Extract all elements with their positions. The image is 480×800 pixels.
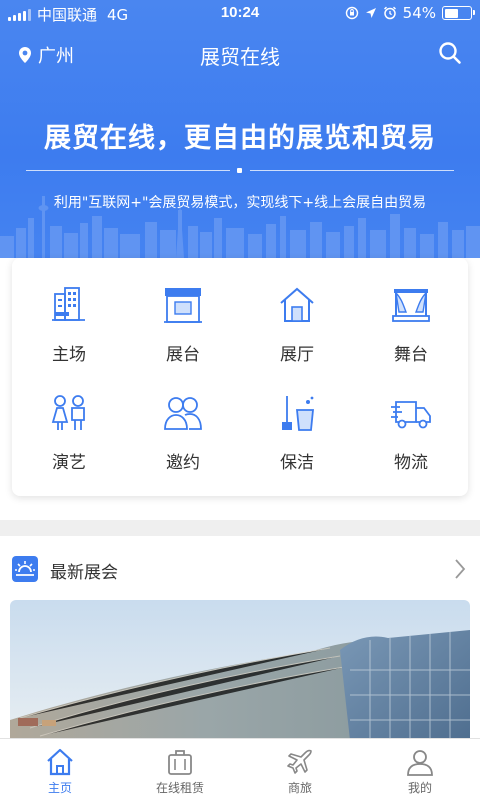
- hero-sub-slogan: 利用"互联网+"会展贸易模式，实现线下+线上会展自由贸易: [53, 195, 427, 211]
- grid-item-label: 主场: [52, 345, 86, 365]
- grid-item-logistics[interactable]: 物流: [354, 394, 468, 473]
- tab-label: 商旅: [287, 781, 312, 795]
- grid-item-label: 舞台: [394, 345, 428, 365]
- performers-icon: [51, 395, 85, 430]
- tab-business-travel[interactable]: 商旅: [240, 739, 360, 800]
- search-icon[interactable]: [438, 41, 462, 65]
- grid-item-performance[interactable]: 演艺: [12, 394, 126, 473]
- tab-online-rental[interactable]: 在线租赁: [120, 739, 240, 800]
- status-bar: 中国联通 4G 10:24 54%: [0, 0, 480, 28]
- grid-item-label: 展厅: [280, 345, 314, 365]
- navigation-bar: 广州 展贸在线: [0, 34, 480, 74]
- grid-item-hall[interactable]: 展厅: [240, 286, 354, 365]
- hero-divider-right: [250, 170, 454, 171]
- bottom-tab-bar: 主页 在线租赁 商旅 我的: [0, 738, 480, 800]
- grid-item-label: 保洁: [280, 453, 314, 473]
- hero-divider-left: [26, 170, 230, 171]
- home-icon: [47, 748, 73, 776]
- user-icon: [407, 750, 433, 776]
- grid-item-label: 演艺: [52, 453, 86, 473]
- page-title: 展贸在线: [200, 45, 280, 69]
- hero-slogan: 展贸在线，更自由的展览和贸易: [44, 123, 436, 154]
- tab-label: 在线租赁: [155, 781, 204, 795]
- hero-divider-dot: [237, 168, 242, 173]
- location-arrow-icon: [365, 8, 376, 18]
- tab-mine[interactable]: 我的: [360, 739, 480, 800]
- grid-item-booth[interactable]: 展台: [126, 286, 240, 365]
- tab-home[interactable]: 主页: [0, 739, 120, 800]
- grid-item-stage[interactable]: 舞台: [354, 286, 468, 365]
- grid-item-main-venue[interactable]: 主场: [12, 286, 126, 365]
- latest-exhibitions-header[interactable]: 最新展会: [0, 552, 480, 586]
- tab-label: 主页: [47, 781, 72, 795]
- section-separator: [0, 520, 480, 536]
- battery-percentage: 54%: [402, 4, 436, 22]
- tab-label: 我的: [407, 781, 432, 795]
- booth-icon: [164, 288, 202, 323]
- building-icon: [52, 287, 85, 321]
- exhibition-photo[interactable]: [10, 600, 470, 740]
- grid-item-label: 物流: [394, 453, 428, 473]
- airplane-icon: [287, 749, 312, 774]
- grid-item-cleaning[interactable]: 保洁: [240, 394, 354, 473]
- grid-item-label: 邀约: [166, 453, 200, 473]
- invite-icon: [164, 397, 202, 430]
- suitcase-icon: [168, 750, 192, 775]
- grid-item-label: 展台: [166, 345, 200, 365]
- hall-icon: [280, 287, 314, 322]
- alarm-icon: [383, 6, 396, 20]
- truck-icon: [391, 401, 431, 429]
- cleaning-icon: [282, 396, 314, 431]
- battery-icon: [442, 6, 475, 20]
- section-title: 最新展会: [50, 563, 118, 583]
- chevron-right-icon[interactable]: [454, 558, 466, 580]
- sun-icon: [12, 556, 38, 582]
- stage-icon: [392, 289, 430, 322]
- rotation-lock-icon: [345, 6, 358, 20]
- grid-item-invitation[interactable]: 邀约: [126, 394, 240, 473]
- service-grid: 主场 展台 展厅 舞台 演艺 邀约 保洁 物流: [12, 258, 468, 496]
